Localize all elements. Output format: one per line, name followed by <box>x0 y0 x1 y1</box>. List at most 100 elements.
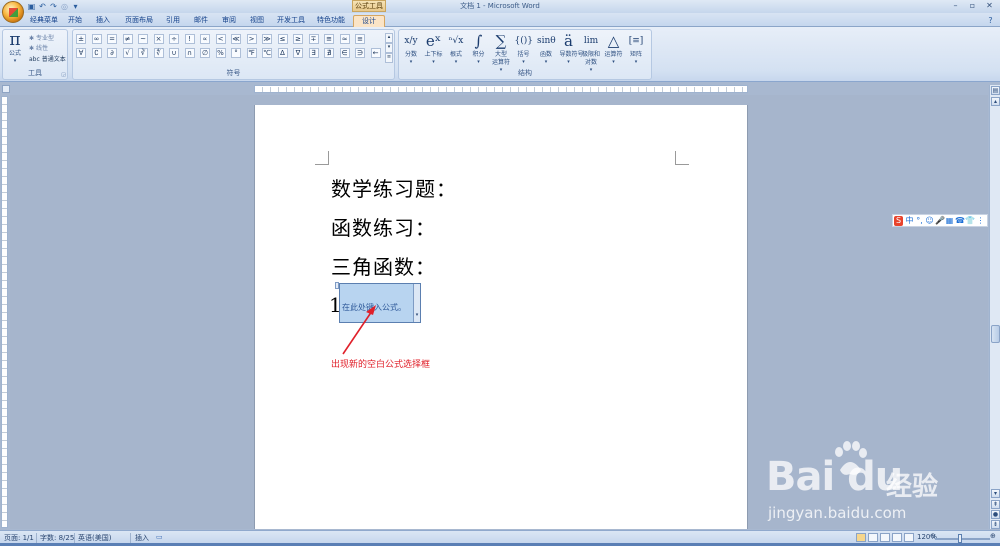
emoji-icon[interactable]: ☺ <box>925 216 934 226</box>
symbol-button[interactable]: ° <box>231 48 241 58</box>
equation-handle[interactable] <box>335 282 339 289</box>
tab-mailings[interactable]: 邮件 <box>190 15 212 27</box>
print-layout-view-icon[interactable] <box>856 533 866 542</box>
symbol-button[interactable]: ≥ <box>293 34 303 44</box>
minimize-button[interactable]: – <box>947 0 964 12</box>
equation-button[interactable]: π 公式 ▾ <box>6 31 24 65</box>
symbol-button[interactable]: ∋ <box>355 48 365 58</box>
symbol-button[interactable]: > <box>246 34 257 44</box>
macro-record-icon[interactable]: ▭ <box>156 533 163 541</box>
tab-view[interactable]: 视图 <box>246 15 268 27</box>
scroll-down-icon[interactable]: ▾ <box>385 43 393 53</box>
horizontal-ruler[interactable] <box>254 85 748 93</box>
matrix-button[interactable]: [≡] 矩阵 ▾ <box>627 32 645 65</box>
symbol-button[interactable]: ∈ <box>339 48 350 58</box>
symbol-button[interactable]: ± <box>76 34 86 44</box>
function-button[interactable]: sinθ 函数 ▾ <box>537 32 556 65</box>
bracket-button[interactable]: {()} 括号 ▾ <box>515 32 533 65</box>
document-page[interactable]: 数学练习题： 函数练习： 三角函数： 1 在此处键入公式。 ▾ <box>254 105 748 529</box>
scroll-down-icon[interactable]: ▾ <box>991 489 1000 498</box>
tab-review[interactable]: 审阅 <box>218 15 240 27</box>
full-screen-reading-icon[interactable] <box>868 533 878 542</box>
tab-special-features[interactable]: 特色功能 <box>313 15 349 27</box>
symbol-button[interactable]: ~ <box>138 34 148 44</box>
doc-line-functions[interactable]: 函数练习： <box>331 212 436 241</box>
tab-selector[interactable] <box>2 85 10 93</box>
symbol-button[interactable]: ℉ <box>246 48 257 58</box>
symbol-button[interactable]: ∃ <box>308 48 319 58</box>
web-layout-icon[interactable] <box>880 533 890 542</box>
word-count[interactable]: 字数: 8/25 <box>40 533 74 543</box>
symbol-button[interactable]: ∪ <box>169 48 179 58</box>
linear-option[interactable]: ✱ 线性 <box>29 43 48 52</box>
zoom-in-icon[interactable]: ⊕ <box>990 532 996 540</box>
symbol-button[interactable]: ∛ <box>138 48 148 58</box>
symbol-button[interactable]: ∂ <box>107 48 117 58</box>
symbol-button[interactable]: ← <box>370 48 381 58</box>
maximize-button[interactable]: ▫ <box>964 0 981 12</box>
prev-page-icon[interactable]: ⇞ <box>991 500 1000 509</box>
scroll-up-icon[interactable]: ▴ <box>385 33 393 43</box>
symbol-button[interactable]: ≪ <box>231 34 241 44</box>
scroll-thumb[interactable] <box>991 325 1000 343</box>
symbols-scroll[interactable]: ▴ ▾ ≡ <box>385 33 393 64</box>
symbol-button[interactable]: ≡ <box>355 34 365 44</box>
equation-options-dropdown[interactable]: ▾ <box>413 284 420 322</box>
tab-page-layout[interactable]: 页面布局 <box>120 15 158 27</box>
tab-design[interactable]: 设计 <box>353 15 385 27</box>
chinese-mode-icon[interactable]: 中 <box>905 216 914 226</box>
microphone-icon[interactable]: 🎤 <box>935 216 945 226</box>
keyboard-icon[interactable]: ▦ <box>945 216 954 226</box>
symbol-button[interactable]: ≈ <box>339 34 350 44</box>
symbol-button[interactable]: ∝ <box>200 34 210 44</box>
symbol-button[interactable]: ≅ <box>324 34 334 44</box>
large-operator-button[interactable]: ∑ 大型 运算符 ▾ <box>492 32 510 73</box>
sogou-icon[interactable]: S <box>894 216 903 226</box>
page-count[interactable]: 页面: 1/1 <box>4 533 34 543</box>
symbol-button[interactable]: ≤ <box>277 34 288 44</box>
tab-insert[interactable]: 插入 <box>92 15 114 27</box>
help-icon[interactable]: ? <box>986 16 995 25</box>
zoom-slider[interactable] <box>935 538 990 540</box>
symbol-button[interactable]: ∞ <box>91 34 102 44</box>
symbol-button[interactable]: × <box>153 34 164 44</box>
tab-developer[interactable]: 开发工具 <box>272 15 310 27</box>
vertical-ruler[interactable] <box>1 96 8 528</box>
normal-text-option[interactable]: abc 普通文本 <box>29 54 66 63</box>
tab-home[interactable]: 开始 <box>64 15 86 27</box>
symbol-button[interactable]: ≫ <box>262 34 272 44</box>
browse-object-icon[interactable]: ● <box>991 510 1000 519</box>
symbol-button[interactable]: ≠ <box>122 34 133 44</box>
limit-and-log-button[interactable]: lim 极限和 对数 ▾ <box>582 32 600 73</box>
symbol-button[interactable]: ∩ <box>184 48 195 58</box>
tab-classic-menu[interactable]: 经典菜单 <box>28 15 60 27</box>
symbol-button[interactable]: ∇ <box>293 48 303 58</box>
office-button[interactable] <box>2 1 24 23</box>
symbol-button[interactable]: ∆ <box>277 48 288 58</box>
symbol-button[interactable]: ∁ <box>91 48 102 58</box>
insert-mode[interactable]: 插入 <box>135 533 149 543</box>
accent-button[interactable]: ä 导数符号 ▾ <box>560 32 584 65</box>
operator-button[interactable]: △ 运算符 ▾ <box>605 32 623 65</box>
skin-icon[interactable]: 👕 <box>965 216 975 226</box>
ruler-toggle-icon[interactable]: ▤ <box>991 86 1000 95</box>
phone-icon[interactable]: ☎ <box>955 216 965 226</box>
close-button[interactable]: ✕ <box>981 0 998 12</box>
next-page-icon[interactable]: ⇟ <box>991 520 1000 529</box>
symbol-button[interactable]: ∜ <box>153 48 164 58</box>
draft-view-icon[interactable] <box>904 533 914 542</box>
more-icon[interactable]: ≡ <box>385 53 393 63</box>
zoom-slider-knob[interactable] <box>958 534 962 543</box>
tab-references[interactable]: 引用 <box>162 15 184 27</box>
language[interactable]: 英语(美国) <box>78 533 111 543</box>
symbol-button[interactable]: ∓ <box>308 34 319 44</box>
equation-placeholder-text[interactable]: 在此处键入公式。 <box>342 302 406 313</box>
fraction-button[interactable]: x/y 分数 ▾ <box>402 32 420 65</box>
symbol-button[interactable]: ÷ <box>169 34 179 44</box>
integral-button[interactable]: ∫ 积分 ▾ <box>470 32 488 65</box>
symbol-button[interactable]: √ <box>122 48 133 58</box>
script-button[interactable]: eˣ 上下标 ▾ <box>425 32 443 65</box>
dialog-launcher-icon[interactable]: ◲ <box>61 72 66 78</box>
symbol-button[interactable]: % <box>215 48 226 58</box>
menu-icon[interactable]: ⋮ <box>976 216 985 226</box>
